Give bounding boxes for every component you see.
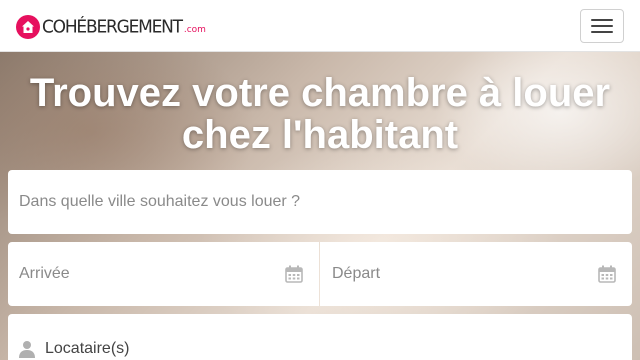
menu-toggle-button[interactable] — [580, 9, 624, 43]
city-placeholder: Dans quelle ville souhaitez vous louer ? — [19, 193, 301, 210]
calendar-icon — [285, 265, 303, 283]
arrival-placeholder: Arrivée — [19, 265, 70, 282]
logo-text: COHÉBERGEMENT — [42, 16, 183, 38]
logo-suffix: .com — [183, 24, 206, 35]
user-icon — [19, 341, 35, 358]
site-logo[interactable]: COHÉBERGEMENT .com — [16, 14, 206, 40]
hero-title: Trouvez votre chambre à louer chez l'hab… — [29, 71, 611, 157]
tenants-selector[interactable]: Locataire(s) — [8, 314, 632, 360]
calendar-icon — [598, 265, 616, 283]
city-search-input[interactable]: Dans quelle ville souhaitez vous louer ? — [8, 170, 632, 234]
departure-date-field[interactable]: Départ — [320, 242, 632, 306]
hero-section: Trouvez votre chambre à louer chez l'hab… — [0, 52, 640, 360]
hamburger-icon — [591, 25, 613, 27]
arrival-date-field[interactable]: Arrivée — [8, 242, 319, 306]
top-navbar: COHÉBERGEMENT .com — [0, 0, 640, 52]
house-icon — [16, 15, 40, 39]
departure-placeholder: Départ — [332, 265, 381, 282]
hamburger-icon — [591, 19, 613, 21]
hamburger-icon — [591, 31, 613, 33]
tenants-label: Locataire(s) — [45, 340, 130, 357]
